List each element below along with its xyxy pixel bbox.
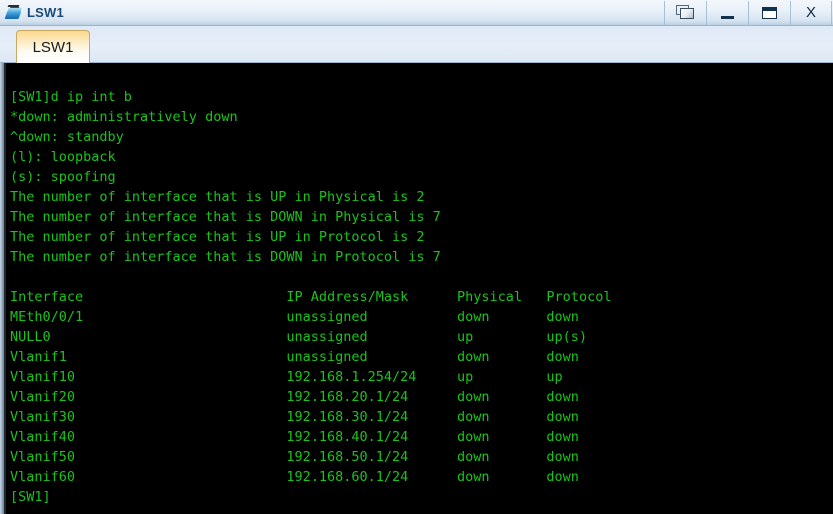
window-controls: X	[664, 0, 832, 25]
minimize-button[interactable]	[706, 0, 748, 25]
terminal-line: The number of interface that is UP in Ph…	[10, 189, 425, 205]
terminal-line: [SW1]d ip int b	[10, 89, 132, 105]
terminal-line: MEth0/0/1 unassigned down down	[10, 309, 579, 325]
terminal-line: The number of interface that is DOWN in …	[10, 249, 441, 265]
tab-strip: LSW1	[0, 26, 833, 63]
maximize-icon	[762, 6, 777, 19]
minimize-icon	[721, 7, 734, 19]
terminal-line: Vlanif40 192.168.40.1/24 down down	[10, 429, 579, 445]
terminal-line: (l): loopback	[10, 149, 116, 165]
cli-window: LSW1 X LSW1 [SW1]d ip int b *down: admin…	[0, 0, 833, 514]
restore-button[interactable]	[664, 0, 706, 25]
maximize-button[interactable]	[748, 0, 790, 25]
terminal-line: Vlanif50 192.168.50.1/24 down down	[10, 449, 579, 465]
window-title: LSW1	[27, 5, 64, 20]
terminal-line: ^down: standby	[10, 129, 124, 145]
terminal-line: Vlanif1 unassigned down down	[10, 349, 579, 365]
terminal-screen[interactable]: [SW1]d ip int b *down: administratively d…	[6, 63, 833, 514]
close-button[interactable]: X	[790, 0, 832, 25]
terminal-line: Vlanif20 192.168.20.1/24 down down	[10, 389, 579, 405]
restore-icon	[675, 5, 696, 20]
tab-lsw1[interactable]: LSW1	[16, 30, 90, 63]
terminal-line: (s): spoofing	[10, 169, 116, 185]
terminal-line: Vlanif60 192.168.60.1/24 down down	[10, 469, 579, 485]
terminal-line: Vlanif10 192.168.1.254/24 up up	[10, 369, 563, 385]
terminal-frame: [SW1]d ip int b *down: administratively d…	[0, 63, 833, 514]
terminal-line: NULL0 unassigned up up(s)	[10, 329, 588, 345]
terminal-line: *down: administratively down	[10, 109, 238, 125]
switch-icon	[4, 4, 23, 22]
terminal-line: Vlanif30 192.168.30.1/24 down down	[10, 409, 579, 425]
titlebar-left: LSW1	[0, 4, 664, 22]
terminal-line: The number of interface that is DOWN in …	[10, 209, 441, 225]
terminal-line: [SW1]	[10, 489, 51, 505]
close-icon: X	[805, 4, 816, 21]
tab-label: LSW1	[32, 38, 74, 56]
terminal-line: The number of interface that is UP in Pr…	[10, 229, 425, 245]
window-titlebar[interactable]: LSW1 X	[0, 0, 833, 26]
tab-strip-background	[0, 26, 833, 62]
terminal-output: [SW1]d ip int b *down: administratively d…	[10, 87, 611, 507]
terminal-line: Interface IP Address/Mask Physical Proto…	[10, 289, 612, 305]
